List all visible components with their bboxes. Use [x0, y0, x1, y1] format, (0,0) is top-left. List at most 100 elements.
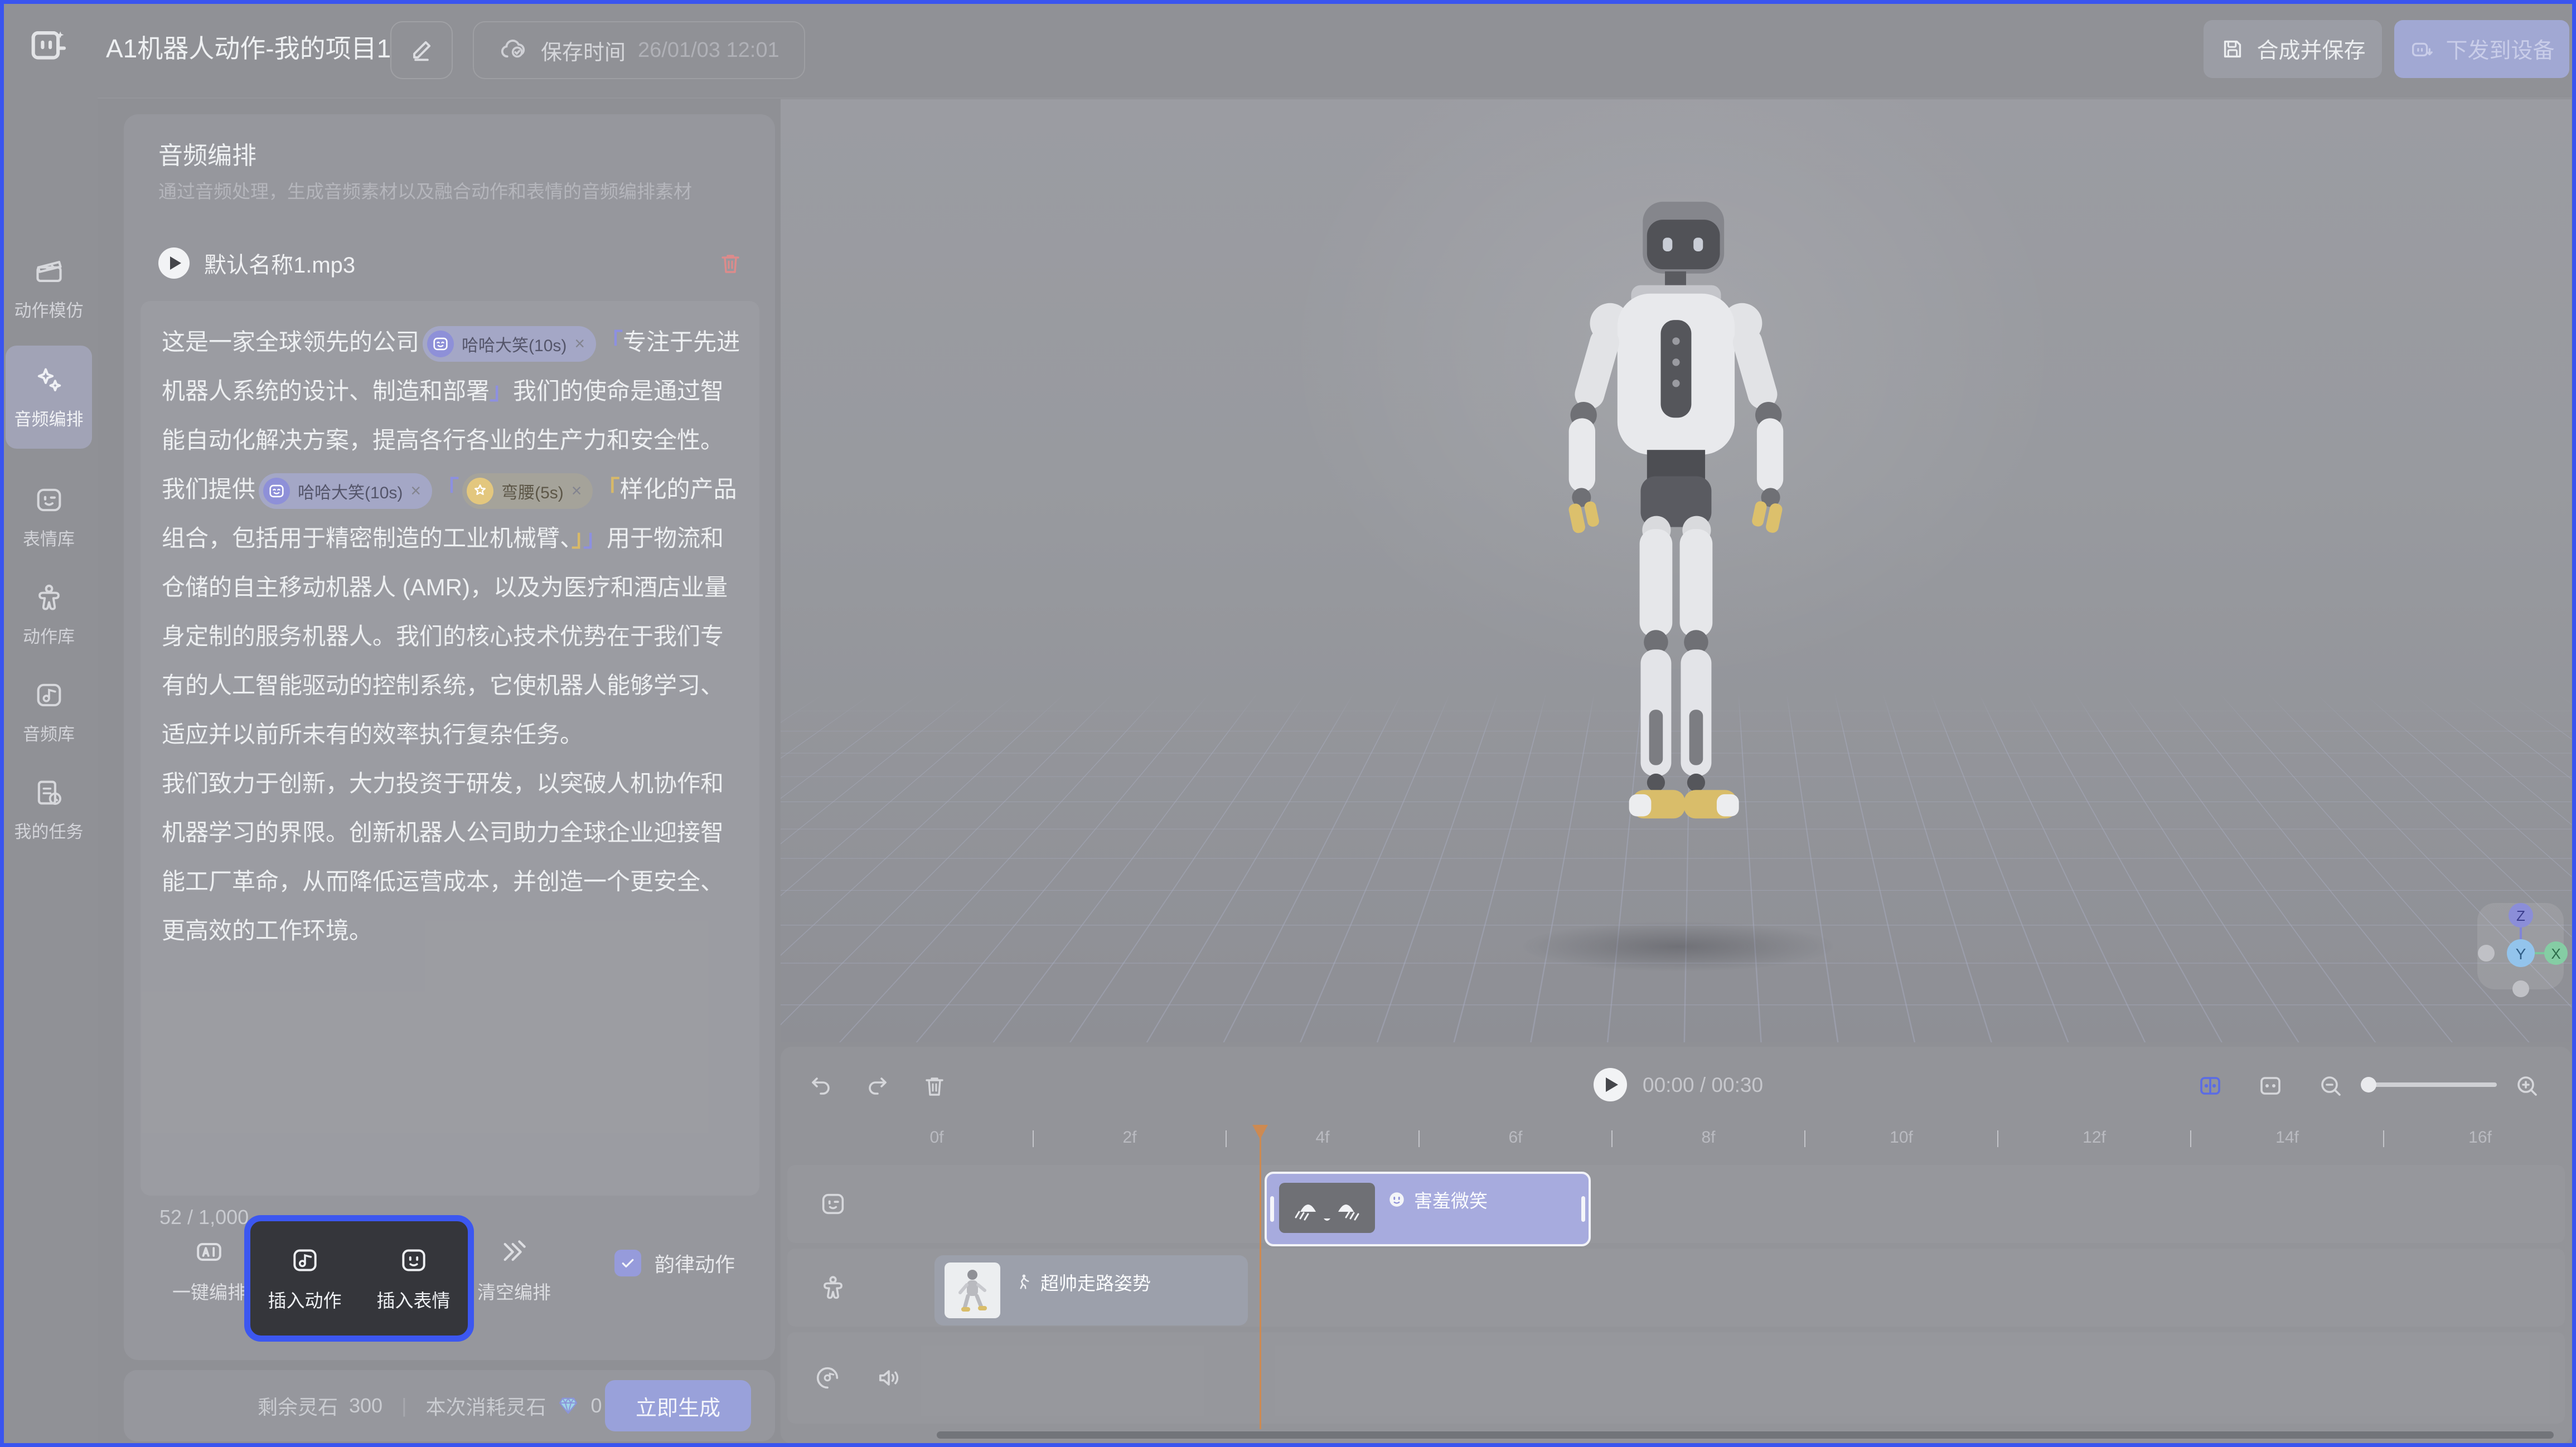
- audio-file-row: 默认名称1.mp3: [158, 240, 744, 287]
- redo-icon[interactable]: [864, 1072, 891, 1099]
- insert-action-button[interactable]: 插入动作: [268, 1245, 342, 1313]
- cost-label: 本次消耗灵石: [425, 1391, 546, 1420]
- remove-tag-icon[interactable]: ×: [572, 480, 582, 501]
- axis-neg-z-dot: [2512, 980, 2529, 997]
- svg-text:Y: Y: [2516, 945, 2526, 963]
- synthesize-save-button[interactable]: 合成并保存: [2204, 20, 2382, 78]
- deploy-to-device-button[interactable]: 下发到设备: [2394, 20, 2569, 78]
- mute-icon[interactable]: [874, 1363, 903, 1392]
- check-icon: [619, 1255, 636, 1271]
- play-icon: [170, 256, 181, 270]
- sidebar-item-clapper[interactable]: 动作模仿: [6, 237, 92, 340]
- expression-track-icon: [819, 1189, 848, 1218]
- clear-arrangement-button[interactable]: 清空编排: [461, 1236, 567, 1304]
- person-icon: [33, 581, 65, 614]
- axis-gizmo[interactable]: Z Y X: [2473, 891, 2570, 1002]
- timeline-zoom-slider[interactable]: [2363, 1082, 2497, 1087]
- highlighted-button-group: 插入动作 插入表情: [244, 1215, 474, 1342]
- app-window: A1机器人动作-我的项目1 保存时间 26/01/03 12:01 合成并保存 …: [0, 0, 2576, 1447]
- quote-mark: 」: [490, 378, 513, 404]
- audio-arrangement-panel: 音频编排 通过音频处理，生成音频素材以及融合动作和表情的音频编排素材 默认名称1…: [124, 114, 775, 1360]
- divider: |: [394, 1394, 414, 1417]
- inline-tag-laugh[interactable]: 哈哈大笑(10s)×: [259, 473, 432, 509]
- remaining-stones-value: 300: [349, 1394, 382, 1417]
- clip-right-handle[interactable]: [1581, 1196, 1585, 1222]
- ruler-label: 16f: [2468, 1128, 2492, 1147]
- ruler-tick: [1804, 1130, 1805, 1147]
- timeline-toolbar: 00:00 / 00:30: [781, 1058, 2572, 1114]
- insert-expression-button[interactable]: 插入表情: [377, 1245, 451, 1313]
- rhythm-action-toggle[interactable]: 韵律动作: [614, 1249, 735, 1278]
- save-status: 保存时间 26/01/03 12:01: [473, 21, 805, 79]
- sidebar-item-label: 音频库: [23, 720, 75, 745]
- action-thumbnail: [945, 1263, 1000, 1318]
- expression-track[interactable]: [787, 1165, 2565, 1243]
- frame-ruler[interactable]: 0f2f4f6f8f10f12f14f16f: [937, 1125, 2566, 1160]
- playhead-cap[interactable]: [1252, 1125, 1268, 1139]
- editor-text: 这是一家全球领先的公司哈哈大笑(10s)×「专注于先进机器人系统的设计、制造和部…: [162, 318, 740, 955]
- cloud-check-icon: [498, 35, 529, 65]
- zoom-in-icon[interactable]: [2514, 1072, 2540, 1099]
- laugh-icon: [427, 331, 454, 357]
- save-time-label: 保存时间: [541, 35, 626, 66]
- rename-button[interactable]: [390, 21, 453, 79]
- inline-tag-bow[interactable]: 弯腰(5s)×: [462, 473, 593, 509]
- ruler-tick: [1033, 1130, 1034, 1147]
- snap-toggle-icon[interactable]: [2197, 1072, 2224, 1099]
- clapper-icon: [33, 255, 65, 288]
- ai-icon: [193, 1236, 225, 1268]
- expression-clip[interactable]: 害羞微笑: [1265, 1172, 1591, 1246]
- remove-tag-icon[interactable]: ×: [574, 333, 585, 354]
- action-clip[interactable]: 超帅走路姿势: [934, 1255, 1248, 1325]
- sidebar-item-person[interactable]: 动作库: [6, 563, 92, 666]
- sidebar-item-label: 我的任务: [14, 818, 84, 843]
- svg-text:Z: Z: [2516, 907, 2525, 924]
- timecode: 00:00 / 00:30: [1643, 1074, 1763, 1097]
- clip-left-handle[interactable]: [1270, 1196, 1274, 1222]
- ruler-label: 2f: [1122, 1128, 1136, 1147]
- undo-icon[interactable]: [807, 1072, 834, 1099]
- play-audio-button[interactable]: [158, 247, 190, 279]
- expression-thumbnail: [1279, 1183, 1375, 1233]
- sidebar-item-label: 音频编排: [14, 405, 84, 430]
- viewport-3d[interactable]: Z Y X: [781, 99, 2572, 1042]
- audio-track-icon: [813, 1363, 842, 1392]
- cost-value: 0: [590, 1394, 602, 1417]
- ruler-label: 12f: [2083, 1128, 2106, 1147]
- quote-mark: 」: [572, 525, 583, 551]
- app-logo-icon[interactable]: [26, 23, 71, 69]
- timeline-scrollbar[interactable]: [937, 1431, 2554, 1439]
- delete-clip-icon[interactable]: [921, 1072, 948, 1099]
- top-bar: A1机器人动作-我的项目1 保存时间 26/01/03 12:01 合成并保存 …: [0, 0, 2576, 99]
- bow-icon: [467, 478, 493, 504]
- remove-tag-icon[interactable]: ×: [410, 480, 421, 501]
- robot-model[interactable]: [1475, 183, 1876, 941]
- expression-clip-label: 害羞微笑: [1414, 1186, 1488, 1213]
- script-editor[interactable]: 这是一家全球领先的公司哈哈大笑(10s)×「专注于先进机器人系统的设计、制造和部…: [141, 301, 759, 1196]
- rhythm-label: 韵律动作: [655, 1249, 735, 1278]
- zoom-out-icon[interactable]: [2317, 1072, 2344, 1099]
- inline-tag-laugh[interactable]: 哈哈大笑(10s)×: [423, 326, 596, 362]
- action-clip-label: 超帅走路姿势: [1040, 1269, 1151, 1295]
- face-box-icon: [398, 1245, 429, 1276]
- sidebar-item-music[interactable]: 音频库: [6, 661, 92, 764]
- char-counter: 52 / 1,000: [159, 1206, 249, 1229]
- timeline-play-button[interactable]: [1594, 1068, 1627, 1101]
- quote-mark: 」: [583, 525, 607, 551]
- sidebar-item-face[interactable]: 表情库: [6, 465, 92, 569]
- playhead[interactable]: [1260, 1128, 1261, 1429]
- rhythm-checkbox[interactable]: [614, 1250, 641, 1276]
- delete-audio-icon[interactable]: [717, 250, 744, 276]
- sidebar-item-label: 动作库: [23, 623, 75, 648]
- clear-icon: [498, 1236, 530, 1268]
- fit-view-icon[interactable]: [2257, 1072, 2284, 1099]
- ruler-tick: [1611, 1130, 1613, 1147]
- ruler-label: 10f: [1890, 1128, 1913, 1147]
- sidebar-item-label: 动作模仿: [14, 297, 84, 322]
- slider-knob[interactable]: [2361, 1077, 2376, 1092]
- sidebar-item-sparkle[interactable]: 音频编排: [6, 346, 92, 449]
- generate-now-button[interactable]: 立即生成: [605, 1380, 751, 1431]
- robot-download-icon: [2409, 36, 2434, 62]
- audio-track[interactable]: [787, 1332, 2565, 1424]
- sidebar-item-tasks[interactable]: 我的任务: [6, 758, 92, 861]
